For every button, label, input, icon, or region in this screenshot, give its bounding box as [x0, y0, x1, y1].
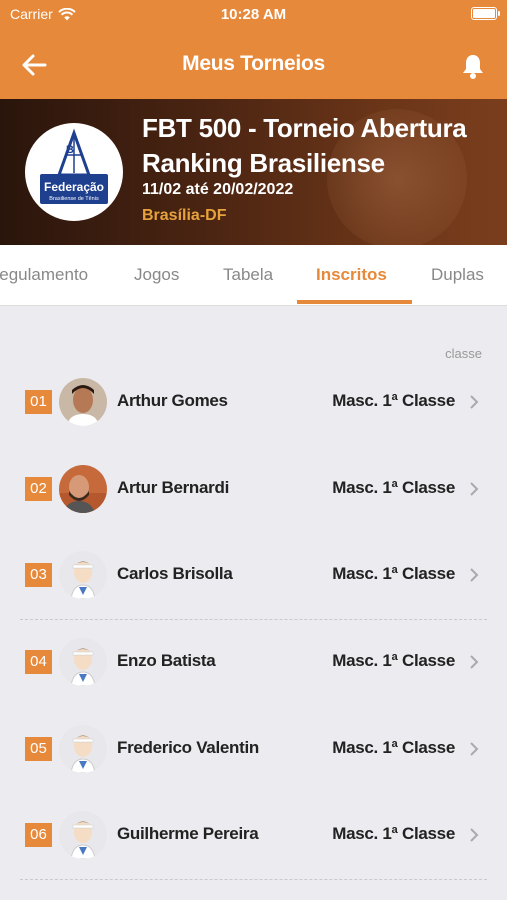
- player-name: Carlos Brisolla: [117, 564, 233, 583]
- player-name: Frederico Valentin: [117, 738, 259, 757]
- tournament-title: FBT 500 - Torneio Abertura Ranking Brasi…: [142, 113, 467, 178]
- list-item[interactable]: 05 Frederico Valentin Masc. 1ª Classe: [0, 713, 507, 783]
- svg-text:Brasiliense de Tênis: Brasiliense de Tênis: [49, 196, 99, 202]
- status-time: 10:28 AM: [220, 6, 287, 23]
- page-title: Meus Torneios: [182, 52, 325, 75]
- list-item[interactable]: 02 Artur Bernardi Masc. 1ª Classe: [0, 453, 507, 523]
- active-tab-indicator: [297, 300, 412, 304]
- player-class: Masc. 1ª Classe: [332, 824, 455, 843]
- avatar: [59, 725, 107, 773]
- player-name: Arthur Gomes: [117, 391, 228, 410]
- federation-logo-graphic: B Federação Brasiliense de Tênis: [40, 128, 108, 204]
- federation-logo: B Federação Brasiliense de Tênis: [25, 123, 123, 221]
- player-rank: 05: [25, 737, 52, 761]
- list-item[interactable]: 03 Carlos Brisolla Masc. 1ª Classe: [0, 539, 507, 609]
- player-rank: 02: [25, 477, 52, 501]
- player-name: Artur Bernardi: [117, 478, 229, 497]
- status-bar: Carrier 10:28 AM: [0, 0, 507, 30]
- tournament-dates: 11/02 até 20/02/2022: [142, 181, 294, 198]
- chevron-right-icon: [470, 828, 479, 842]
- app-header: Carrier 10:28 AM Meus Torneios: [0, 0, 507, 99]
- tab-inscritos[interactable]: Inscritos: [316, 265, 387, 285]
- avatar: [59, 378, 107, 426]
- chevron-right-icon: [470, 568, 479, 582]
- player-class: Masc. 1ª Classe: [332, 478, 455, 497]
- tab-regulamento[interactable]: Regulamento: [0, 265, 88, 285]
- chevron-right-icon: [470, 482, 479, 496]
- list-item[interactable]: 04 Enzo Batista Masc. 1ª Classe: [0, 626, 507, 696]
- player-rank: 06: [25, 823, 52, 847]
- player-rank: 04: [25, 650, 52, 674]
- tab-tabela[interactable]: Tabela: [223, 265, 273, 285]
- avatar: [59, 465, 107, 513]
- list-item[interactable]: 01 Arthur Gomes Masc. 1ª Classe: [0, 366, 507, 436]
- svg-text:B: B: [66, 144, 74, 156]
- battery-icon: [471, 7, 500, 20]
- player-name: Guilherme Pereira: [117, 824, 259, 843]
- tournament-tabs: Regulamento Jogos Tabela Inscritos Dupla…: [0, 245, 507, 306]
- player-class: Masc. 1ª Classe: [332, 391, 455, 410]
- avatar: [59, 551, 107, 599]
- list-item[interactable]: 06 Guilherme Pereira Masc. 1ª Classe: [0, 799, 507, 869]
- chevron-right-icon: [470, 742, 479, 756]
- list-separator: [20, 619, 487, 620]
- player-rank: 01: [25, 390, 52, 414]
- tab-jogos[interactable]: Jogos: [134, 265, 179, 285]
- player-class: Masc. 1ª Classe: [332, 564, 455, 583]
- tab-duplas[interactable]: Duplas: [431, 265, 484, 285]
- bell-icon[interactable]: [459, 52, 487, 80]
- avatar: [59, 638, 107, 686]
- class-column-header: classe: [445, 346, 482, 361]
- nav-bar: Meus Torneios: [0, 40, 507, 90]
- tournament-location: Brasília-DF: [142, 207, 227, 224]
- tournament-banner: B Federação Brasiliense de Tênis FBT 500…: [0, 99, 507, 245]
- player-class: Masc. 1ª Classe: [332, 651, 455, 670]
- chevron-right-icon: [470, 395, 479, 409]
- player-name: Enzo Batista: [117, 651, 216, 670]
- player-class: Masc. 1ª Classe: [332, 738, 455, 757]
- list-separator: [20, 879, 487, 880]
- svg-text:Federação: Federação: [44, 180, 104, 194]
- avatar: [59, 811, 107, 859]
- chevron-right-icon: [470, 655, 479, 669]
- player-rank: 03: [25, 563, 52, 587]
